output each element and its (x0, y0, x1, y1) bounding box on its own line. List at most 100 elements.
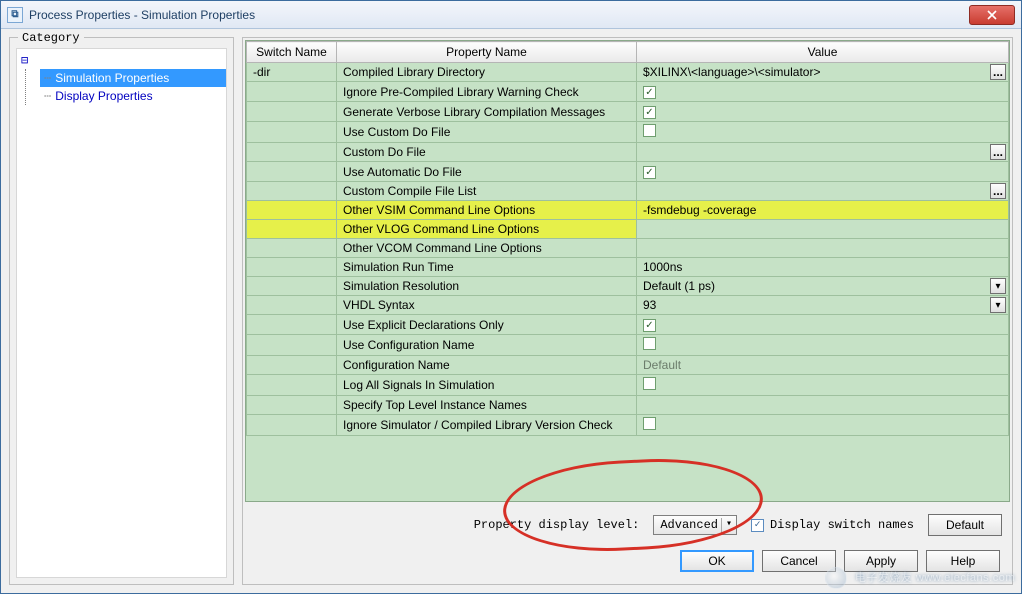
table-row[interactable]: -dirCompiled Library Directory$XILINX\<l… (247, 63, 1009, 82)
category-tree[interactable]: ⊟ ┄ Simulation Properties ┄ Display Prop… (16, 48, 227, 578)
dialog-buttons: OK Cancel Apply Help (245, 544, 1010, 582)
tree-expand-toggle[interactable]: ⊟ (17, 49, 226, 69)
window-title: Process Properties - Simulation Properti… (29, 8, 255, 22)
ok-button[interactable]: OK (680, 550, 754, 572)
tree-item-label: Display Properties (55, 89, 152, 103)
cell-value[interactable] (637, 122, 1009, 143)
cell-switch (247, 396, 337, 415)
category-legend: Category (18, 31, 84, 45)
checkbox[interactable] (643, 124, 656, 137)
cell-value[interactable] (637, 102, 1009, 122)
table-row[interactable]: Use Custom Do File (247, 122, 1009, 143)
close-button[interactable] (969, 5, 1015, 25)
cell-value[interactable] (637, 82, 1009, 102)
cell-switch (247, 82, 337, 102)
chevron-down-icon[interactable] (990, 297, 1006, 313)
cell-value[interactable]: Default (637, 356, 1009, 375)
cell-property-name: Other VCOM Command Line Options (337, 239, 637, 258)
table-row[interactable]: Custom Compile File List... (247, 182, 1009, 201)
chevron-down-icon[interactable] (990, 278, 1006, 294)
cell-switch (247, 277, 337, 296)
cell-value[interactable] (637, 415, 1009, 436)
cell-property-name: Ignore Pre-Compiled Library Warning Chec… (337, 82, 637, 102)
cell-property-name: VHDL Syntax (337, 296, 637, 315)
cell-property-name: Other VSIM Command Line Options (337, 201, 637, 220)
display-level-select[interactable]: Advanced (653, 515, 737, 535)
table-row[interactable]: Log All Signals In Simulation (247, 375, 1009, 396)
table-row[interactable]: Ignore Simulator / Compiled Library Vers… (247, 415, 1009, 436)
table-row[interactable]: Generate Verbose Library Compilation Mes… (247, 102, 1009, 122)
cell-property-name: Custom Compile File List (337, 182, 637, 201)
cell-switch (247, 315, 337, 335)
cell-value[interactable]: Default (1 ps) (637, 277, 1009, 296)
default-button[interactable]: Default (928, 514, 1002, 536)
cell-switch: -dir (247, 63, 337, 82)
table-row[interactable]: Simulation Resolution Default (1 ps) (247, 277, 1009, 296)
cell-property-name: Simulation Resolution (337, 277, 637, 296)
table-row[interactable]: Simulation Run Time1000ns (247, 258, 1009, 277)
cell-value[interactable] (637, 315, 1009, 335)
cancel-button[interactable]: Cancel (762, 550, 836, 572)
cell-value[interactable]: ... (637, 143, 1009, 162)
cell-value[interactable]: -fsmdebug -coverage (637, 201, 1009, 220)
checkbox[interactable] (643, 86, 656, 99)
table-row[interactable]: Use Configuration Name (247, 335, 1009, 356)
table-row[interactable]: VHDL Syntax93 (247, 296, 1009, 315)
browse-button[interactable]: ... (990, 183, 1006, 199)
cell-property-name: Compiled Library Directory (337, 63, 637, 82)
display-level-label: Property display level: (474, 518, 640, 532)
cell-property-name: Use Configuration Name (337, 335, 637, 356)
table-row[interactable]: Other VCOM Command Line Options (247, 239, 1009, 258)
tree-item-label: Simulation Properties (55, 71, 169, 85)
cell-value[interactable] (637, 335, 1009, 356)
dropdown-value: Default (1 ps) (643, 279, 715, 293)
display-switch-names-label: Display switch names (770, 518, 914, 532)
checkbox[interactable] (643, 106, 656, 119)
browse-button[interactable]: ... (990, 64, 1006, 80)
table-row[interactable]: Custom Do File... (247, 143, 1009, 162)
cell-value[interactable]: ... (637, 182, 1009, 201)
cell-property-name: Ignore Simulator / Compiled Library Vers… (337, 415, 637, 436)
cell-value[interactable]: 1000ns (637, 258, 1009, 277)
cell-value[interactable]: $XILINX\<language>\<simulator>... (637, 63, 1009, 82)
table-row[interactable]: Specify Top Level Instance Names (247, 396, 1009, 415)
table-row[interactable]: Use Explicit Declarations Only (247, 315, 1009, 335)
tree-item-display-properties[interactable]: ┄ Display Properties (40, 87, 226, 105)
help-button[interactable]: Help (926, 550, 1000, 572)
checkbox[interactable] (643, 417, 656, 430)
cell-value[interactable] (637, 239, 1009, 258)
text-value: Default (643, 358, 681, 372)
checkbox[interactable] (643, 377, 656, 390)
table-row[interactable]: Use Automatic Do File (247, 162, 1009, 182)
cell-switch (247, 296, 337, 315)
browse-button[interactable]: ... (990, 144, 1006, 160)
cell-switch (247, 258, 337, 277)
table-row[interactable]: Other VLOG Command Line Options (247, 220, 1009, 239)
checkbox[interactable] (643, 166, 656, 179)
table-row[interactable]: Ignore Pre-Compiled Library Warning Chec… (247, 82, 1009, 102)
text-value: -fsmdebug -coverage (643, 203, 756, 217)
cell-property-name: Use Automatic Do File (337, 162, 637, 182)
table-row[interactable]: Other VSIM Command Line Options -fsmdebug… (247, 201, 1009, 220)
footer-controls: Property display level: Advanced Display… (245, 508, 1010, 538)
display-switch-names-checkbox[interactable] (751, 519, 764, 532)
cell-value[interactable] (637, 220, 1009, 239)
col-value[interactable]: Value (637, 42, 1009, 63)
cell-value[interactable] (637, 375, 1009, 396)
cell-value[interactable]: 93 (637, 296, 1009, 315)
checkbox[interactable] (643, 337, 656, 350)
properties-pane: Switch Name Property Name Value -dirComp… (242, 37, 1013, 585)
col-property-name[interactable]: Property Name (337, 42, 637, 63)
cell-value[interactable] (637, 162, 1009, 182)
apply-button[interactable]: Apply (844, 550, 918, 572)
table-row[interactable]: Configuration NameDefault (247, 356, 1009, 375)
titlebar[interactable]: ⧉ Process Properties - Simulation Proper… (1, 1, 1021, 29)
col-switch-name[interactable]: Switch Name (247, 42, 337, 63)
cell-switch (247, 102, 337, 122)
properties-grid[interactable]: Switch Name Property Name Value -dirComp… (246, 41, 1009, 436)
cell-value[interactable] (637, 396, 1009, 415)
checkbox[interactable] (643, 319, 656, 332)
window-icon: ⧉ (7, 7, 23, 23)
cell-switch (247, 201, 337, 220)
tree-item-simulation-properties[interactable]: ┄ Simulation Properties (40, 69, 226, 87)
